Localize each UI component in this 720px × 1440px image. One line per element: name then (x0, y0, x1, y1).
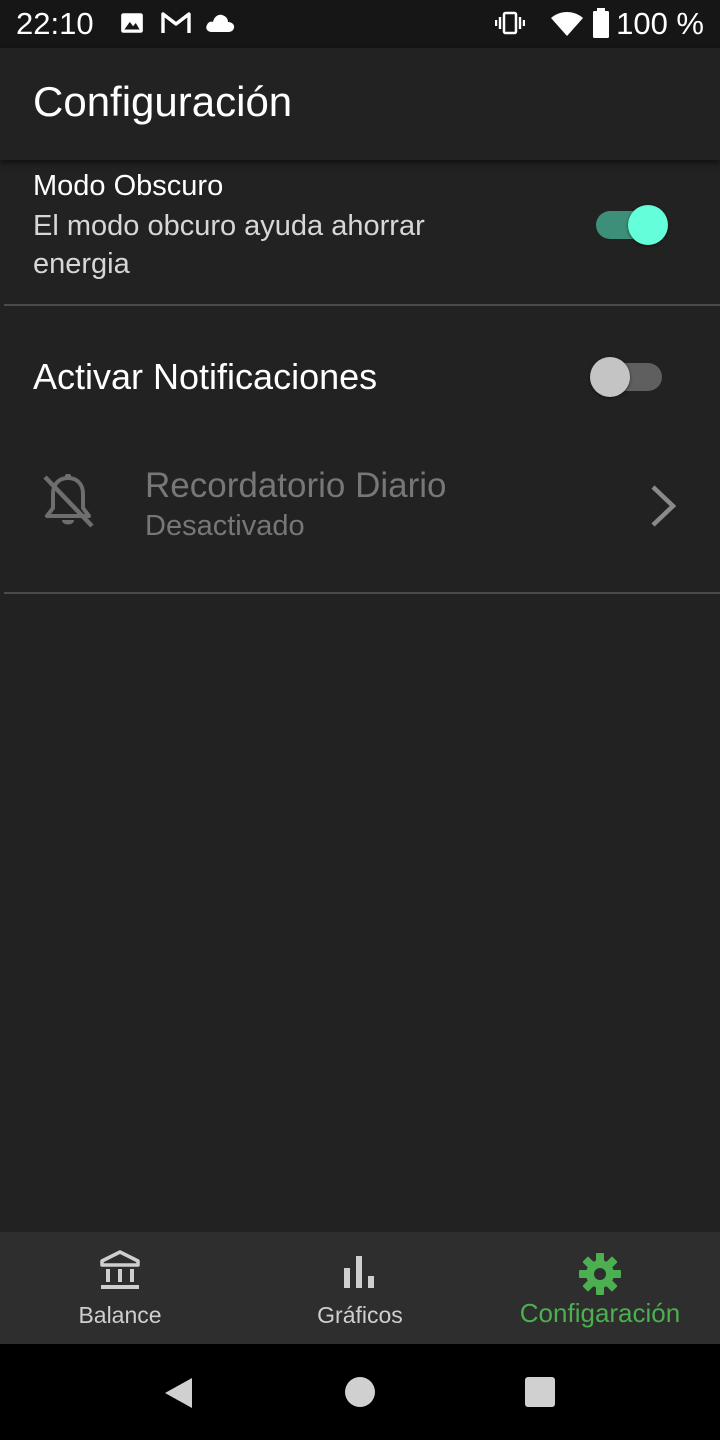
wifi-icon (551, 12, 583, 36)
daily-reminder-row[interactable]: Recordatorio Diario Desactivado (0, 440, 720, 580)
reminder-status: Desactivado (145, 510, 305, 542)
nav-label: Gráficos (317, 1302, 403, 1328)
nav-label: Configaración (519, 1298, 681, 1328)
dark-mode-description: El modo obcuro ayuda ahorrar energia (33, 210, 425, 280)
battery-icon (593, 8, 609, 38)
status-time: 22:10 (16, 6, 94, 41)
nav-item-balance[interactable]: Balance (0, 1232, 240, 1344)
page-title: Configuración (33, 78, 293, 125)
bar-chart-icon (344, 1256, 374, 1288)
toggle-thumb (628, 205, 668, 245)
dark-mode-title: Modo Obscuro (33, 170, 224, 202)
nav-item-configuracion[interactable]: Configaración (480, 1232, 720, 1344)
home-icon[interactable] (344, 1376, 376, 1408)
divider (4, 304, 720, 306)
nav-item-graficos[interactable]: Gráficos (240, 1232, 480, 1344)
bottom-navigation: Balance Gráficos Configaración (0, 1232, 720, 1344)
divider (4, 592, 720, 594)
back-icon[interactable] (162, 1376, 194, 1410)
image-icon (121, 13, 143, 33)
cloud-icon (206, 14, 235, 32)
gmail-icon (161, 12, 191, 33)
gear-icon (579, 1253, 621, 1295)
status-bar: 22:10 100 % (0, 0, 720, 48)
nav-label: Balance (78, 1302, 162, 1328)
recents-icon[interactable] (524, 1376, 556, 1408)
notifications-label: Activar Notificaciones (33, 356, 378, 397)
toggle-thumb (590, 357, 630, 397)
app-bar: Configuración (0, 48, 720, 160)
battery-percent: 100 % (616, 6, 704, 41)
bank-icon (100, 1250, 140, 1289)
reminder-title: Recordatorio Diario (145, 466, 447, 505)
system-navigation-bar (0, 1344, 720, 1440)
vibrate-icon (495, 11, 525, 35)
notifications-toggle[interactable] (588, 356, 664, 398)
bell-off-icon (43, 474, 94, 528)
dark-mode-toggle[interactable] (594, 204, 670, 246)
chevron-right-icon (651, 485, 677, 527)
